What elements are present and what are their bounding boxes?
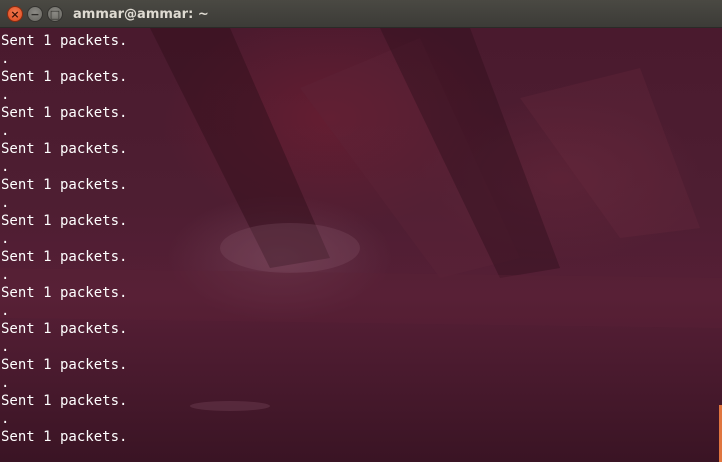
- output-line: .: [1, 303, 10, 319]
- minimize-icon[interactable]: −: [27, 6, 43, 22]
- output-line: .: [1, 375, 10, 391]
- output-line: .: [1, 51, 10, 67]
- output-line: .: [1, 411, 10, 427]
- close-icon[interactable]: ×: [7, 6, 23, 22]
- output-line: Sent 1 packets.: [1, 33, 128, 49]
- output-line: Sent 1 packets.: [1, 213, 128, 229]
- output-line: Sent 1 packets.: [1, 69, 128, 85]
- window-title: ammar@ammar: ~: [73, 7, 209, 22]
- maximize-icon[interactable]: □: [47, 6, 63, 22]
- output-line: Sent 1 packets.: [1, 177, 128, 193]
- output-line: .: [1, 195, 10, 211]
- output-line: .: [1, 123, 10, 139]
- output-line: Sent 1 packets.: [1, 285, 128, 301]
- output-line: Sent 1 packets.: [1, 393, 128, 409]
- output-line: Sent 1 packets.: [1, 429, 128, 445]
- output-line: .: [1, 159, 10, 175]
- title-bar[interactable]: × − □ ammar@ammar: ~: [0, 0, 722, 28]
- output-line: Sent 1 packets.: [1, 357, 128, 373]
- output-line: .: [1, 267, 10, 283]
- output-line: .: [1, 87, 10, 103]
- output-line: Sent 1 packets.: [1, 141, 128, 157]
- output-line: Sent 1 packets.: [1, 105, 128, 121]
- terminal-window: × − □ ammar@ammar: ~ Sent 1 packets. . S…: [0, 0, 722, 462]
- prompt-line[interactable]: [1, 446, 127, 462]
- output-line: Sent 1 packets.: [1, 321, 128, 337]
- terminal-output: Sent 1 packets. . Sent 1 packets. . Sent…: [1, 32, 127, 462]
- terminal-area[interactable]: Sent 1 packets. . Sent 1 packets. . Sent…: [0, 28, 722, 462]
- output-line: Sent 1 packets.: [1, 249, 128, 265]
- output-line: .: [1, 231, 10, 247]
- output-line: .: [1, 339, 10, 355]
